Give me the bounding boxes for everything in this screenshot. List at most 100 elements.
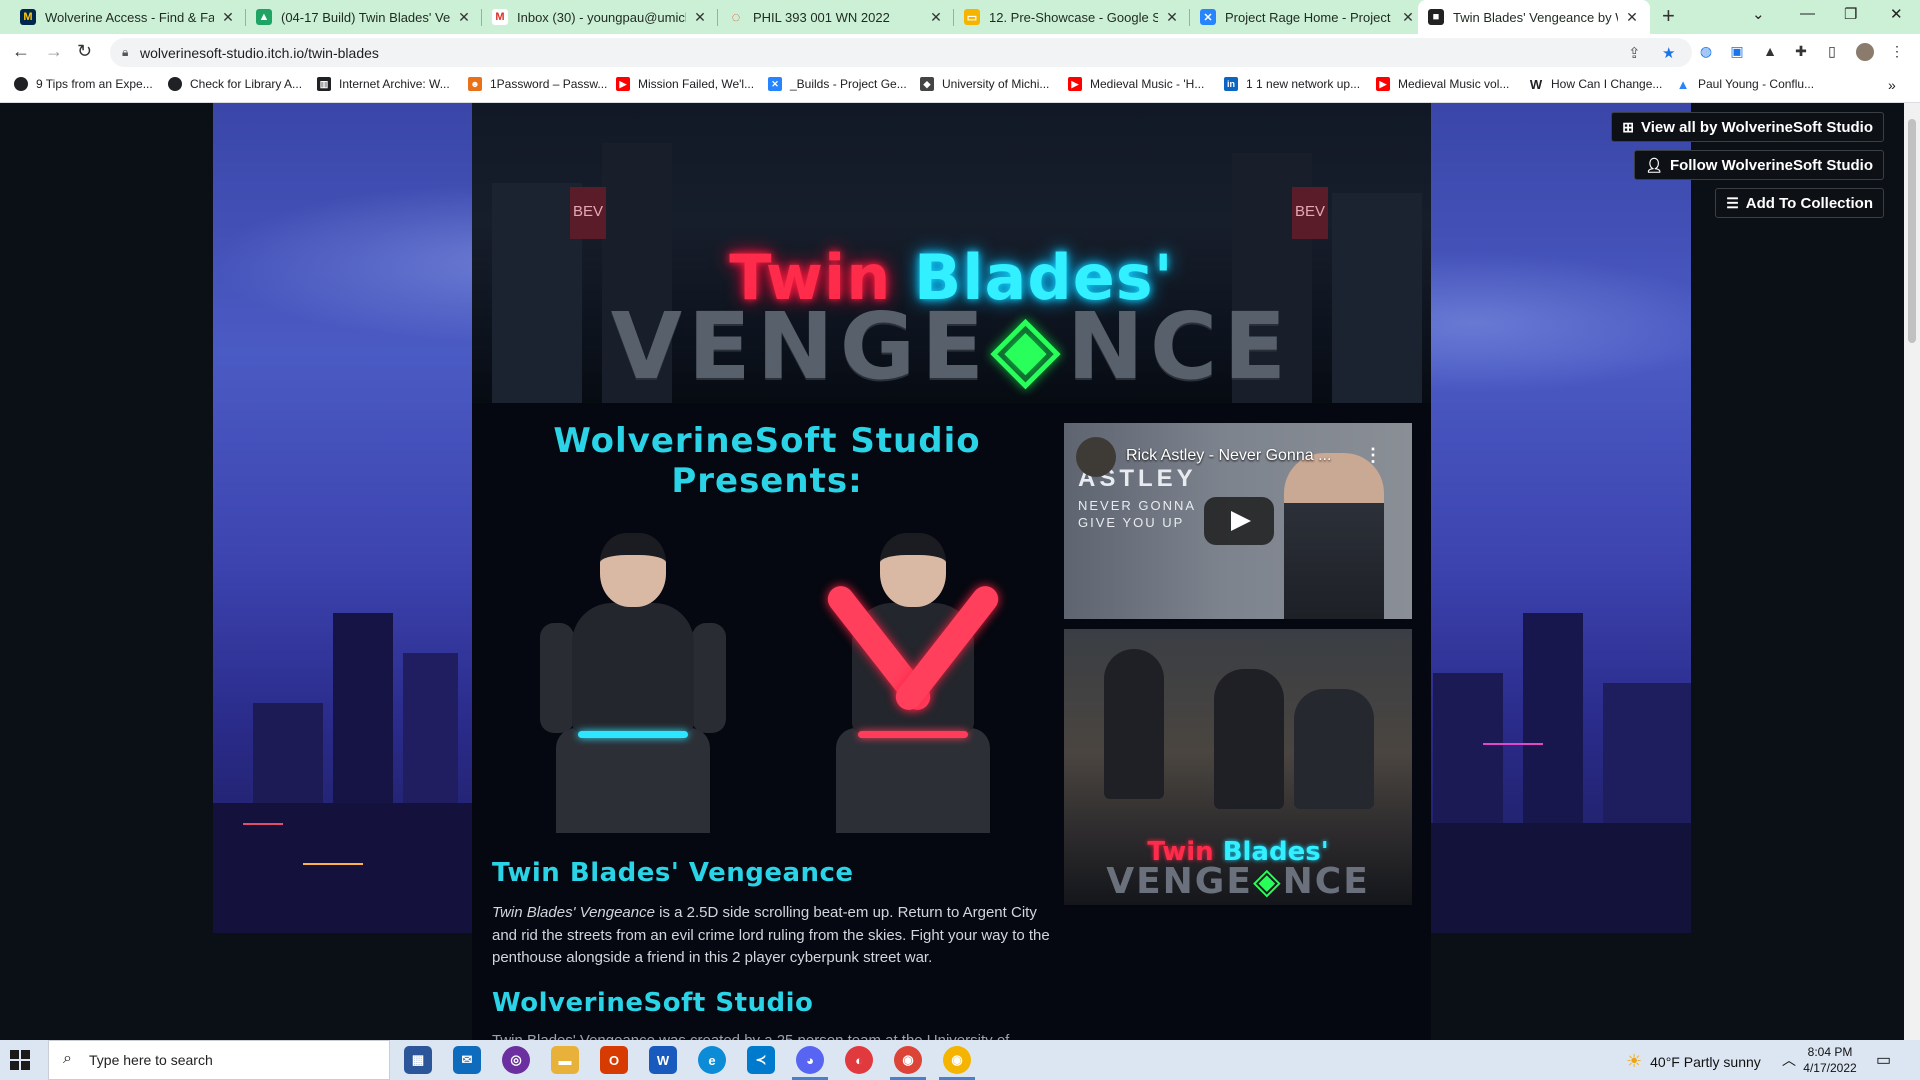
bookmark-linkedin[interactable]: in 1 1 new network up... — [1224, 77, 1360, 91]
game-screenshot[interactable]: Twin Blades' VENGE◈NCE — [1064, 629, 1412, 905]
add-to-collection-button[interactable]: ☰ Add To Collection — [1715, 188, 1884, 218]
search-icon: ⌕ — [63, 1050, 72, 1067]
youtube-embed[interactable]: ASTLEY NEVER GONNA GIVE YOU UP Rick Astl… — [1064, 423, 1412, 619]
bookmark-9-tips[interactable]: 9 Tips from an Expe... — [14, 77, 153, 91]
character-arm — [540, 623, 574, 733]
extension-triangle-icon[interactable]: ▲ — [1761, 43, 1779, 61]
lock-icon[interactable]: 🔒︎ — [122, 45, 128, 60]
close-tab-icon[interactable]: ✕ — [928, 9, 944, 26]
tab-pre-showcase-slides[interactable]: ▭ 12. Pre-Showcase - Google Slide ✕ — [954, 0, 1190, 34]
presents-line-1: WolverineSoft Studio — [553, 421, 981, 461]
tab-twin-blades-itch[interactable]: ■ Twin Blades' Vengeance by Wol ✕ — [1418, 0, 1650, 34]
scrollbar-thumb[interactable] — [1908, 119, 1916, 343]
bookmark-medieval-music-2[interactable]: ▶ Medieval Music vol... — [1376, 77, 1509, 91]
close-tab-icon[interactable]: ✕ — [1400, 9, 1416, 26]
video-title[interactable]: Rick Astley - Never Gonna ... — [1126, 447, 1331, 465]
url-text: wolverinesoft-studio.itch.io/twin-blades — [140, 45, 379, 61]
weather-widget[interactable]: ☀ 40°F Partly sunny — [1626, 1051, 1761, 1072]
bookmark-star-icon[interactable]: ★ — [1662, 44, 1675, 62]
restore-button[interactable]: ❐ — [1844, 5, 1857, 23]
windows-taskbar: ⌕ Type here to search ▦ ✉ ◎ ▬ O W e ≺ ◕ … — [0, 1040, 1920, 1080]
close-tab-icon[interactable]: ✕ — [1164, 9, 1180, 26]
tab-wolverine-access[interactable]: M Wolverine Access - Find & Favor ✕ — [10, 0, 246, 34]
logo-nce: NCE — [1066, 293, 1293, 400]
storefront-icon: ⊞ — [1622, 118, 1634, 135]
game-banner: BEV BEV Twin Blades' VENGE◈NCE — [472, 103, 1431, 403]
neon-sign-left: BEV — [570, 187, 606, 239]
new-tab-button[interactable]: + — [1662, 3, 1675, 29]
bookmark-1password[interactable]: ☻ 1Password – Passw... — [468, 77, 607, 91]
bookmark-label: 9 Tips from an Expe... — [36, 77, 153, 91]
extension-screen-icon[interactable]: ▣ — [1728, 43, 1746, 61]
close-window-button[interactable]: ✕ — [1890, 5, 1903, 23]
show-hidden-icons-chevron-icon[interactable]: ︿ — [1782, 1050, 1796, 1070]
extension-grammar-icon[interactable]: ◍ — [1697, 43, 1715, 61]
bookmark-paul-young-confluence[interactable]: ▲ Paul Young - Conflu... — [1676, 77, 1815, 92]
profile-avatar[interactable] — [1856, 43, 1874, 61]
itch-page: BEV BEV Twin Blades' VENGE◈NCE Wolverine… — [0, 103, 1904, 1040]
close-tab-icon[interactable]: ✕ — [1624, 9, 1640, 26]
side-panel-icon[interactable]: ▯ — [1823, 43, 1841, 61]
canvas-icon: ◌ — [731, 8, 741, 26]
close-tab-icon[interactable]: ✕ — [220, 9, 236, 26]
windows-start-icon[interactable] — [10, 1050, 30, 1070]
close-tab-icon[interactable]: ✕ — [692, 9, 708, 26]
itch-favicon-icon: ■ — [1428, 9, 1444, 25]
playlist-add-icon: ☰ — [1726, 194, 1739, 211]
address-bar[interactable]: 🔒︎ wolverinesoft-studio.itch.io/twin-bla… — [110, 38, 1692, 67]
tab-search-chevron-icon[interactable]: ⌄ — [1752, 5, 1765, 23]
bookmark-mission-failed[interactable]: ▶ Mission Failed, We'l... — [616, 77, 754, 91]
character-head — [600, 533, 666, 607]
page-scrollbar[interactable] — [1904, 103, 1920, 1040]
discord-app-icon[interactable]: ◕ — [796, 1046, 824, 1074]
tab-twin-blades-build[interactable]: ▲ (04-17 Build) Twin Blades' Venge ✕ — [246, 0, 482, 34]
bookmark-builds[interactable]: ✕ _Builds - Project Ge... — [768, 77, 907, 91]
bookmark-label: 1 1 new network up... — [1246, 77, 1361, 91]
store-app-icon[interactable]: ▦ — [404, 1046, 432, 1074]
follow-button[interactable]: 👤︎ Follow WolverineSoft Studio — [1634, 150, 1884, 180]
edge-app-icon[interactable]: e — [698, 1046, 726, 1074]
minimize-button[interactable]: — — [1800, 5, 1815, 22]
taskbar-clock[interactable]: 8:04 PM 4/17/2022 — [1800, 1044, 1860, 1076]
word-app-icon[interactable]: W — [649, 1046, 677, 1074]
tab-project-rage[interactable]: ✕ Project Rage Home - Project Ra ✕ — [1190, 0, 1426, 34]
perforce-app-icon[interactable]: ◐ — [845, 1046, 873, 1074]
tab-title: Twin Blades' Vengeance by Wol — [1453, 9, 1618, 25]
city-light — [303, 863, 363, 865]
bookmark-internet-archive[interactable]: ▥ Internet Archive: W... — [317, 77, 450, 91]
share-icon[interactable]: ⇪ — [1628, 44, 1641, 62]
bookmark-library-access[interactable]: Check for Library A... — [168, 77, 302, 91]
channel-avatar[interactable] — [1076, 437, 1116, 477]
bookmark-label: 1Password – Passw... — [490, 77, 608, 91]
tab-title: 12. Pre-Showcase - Google Slide — [989, 9, 1158, 25]
notification-center-icon[interactable]: ▭ — [1876, 1050, 1891, 1070]
chrome-menu-icon[interactable]: ⋮ — [1888, 43, 1906, 61]
tab-phil-393[interactable]: ◌ PHIL 393 001 WN 2022 ✕ — [718, 0, 954, 34]
weather-text: 40°F Partly sunny — [1650, 1053, 1761, 1070]
confluence-icon: ✕ — [768, 77, 782, 91]
office-app-icon[interactable]: O — [600, 1046, 628, 1074]
more-bookmarks-chevron-icon[interactable]: » — [1888, 77, 1896, 93]
chrome-app-icon[interactable]: ◉ — [894, 1046, 922, 1074]
taskbar-search-box[interactable]: ⌕ Type here to search — [48, 1040, 390, 1080]
extensions-puzzle-icon[interactable]: ✚ — [1792, 43, 1810, 61]
play-button[interactable] — [1204, 497, 1274, 545]
vscode-app-icon[interactable]: ≺ — [747, 1046, 775, 1074]
close-tab-icon[interactable]: ✕ — [456, 9, 472, 26]
bookmark-medieval-music-1[interactable]: ▶ Medieval Music - 'H... — [1068, 77, 1204, 91]
chrome-canary-app-icon[interactable]: ◉ — [943, 1046, 971, 1074]
youtube-icon: ▶ — [616, 77, 630, 91]
bookmark-how-can-i-change[interactable]: W How Can I Change... — [1529, 77, 1663, 92]
podcast-app-icon[interactable]: ◎ — [502, 1046, 530, 1074]
file-explorer-icon[interactable]: ▬ — [551, 1046, 579, 1074]
bookmark-university-of-michigan[interactable]: ◆ University of Michi... — [920, 77, 1049, 91]
video-more-icon[interactable]: ⋮ — [1364, 445, 1382, 466]
mail-app-icon[interactable]: ✉ — [453, 1046, 481, 1074]
back-arrow-icon[interactable]: ← — [12, 41, 30, 62]
forward-arrow-icon[interactable]: → — [45, 41, 63, 62]
banner-logo-bottom: VENGE◈NCE — [472, 293, 1431, 400]
reload-icon[interactable]: ↻ — [77, 41, 92, 62]
tab-gmail-inbox[interactable]: M Inbox (30) - youngpau@umich.e ✕ — [482, 0, 718, 34]
bookmark-label: Paul Young - Conflu... — [1698, 77, 1815, 91]
view-all-button[interactable]: ⊞ View all by WolverineSoft Studio — [1611, 112, 1884, 142]
